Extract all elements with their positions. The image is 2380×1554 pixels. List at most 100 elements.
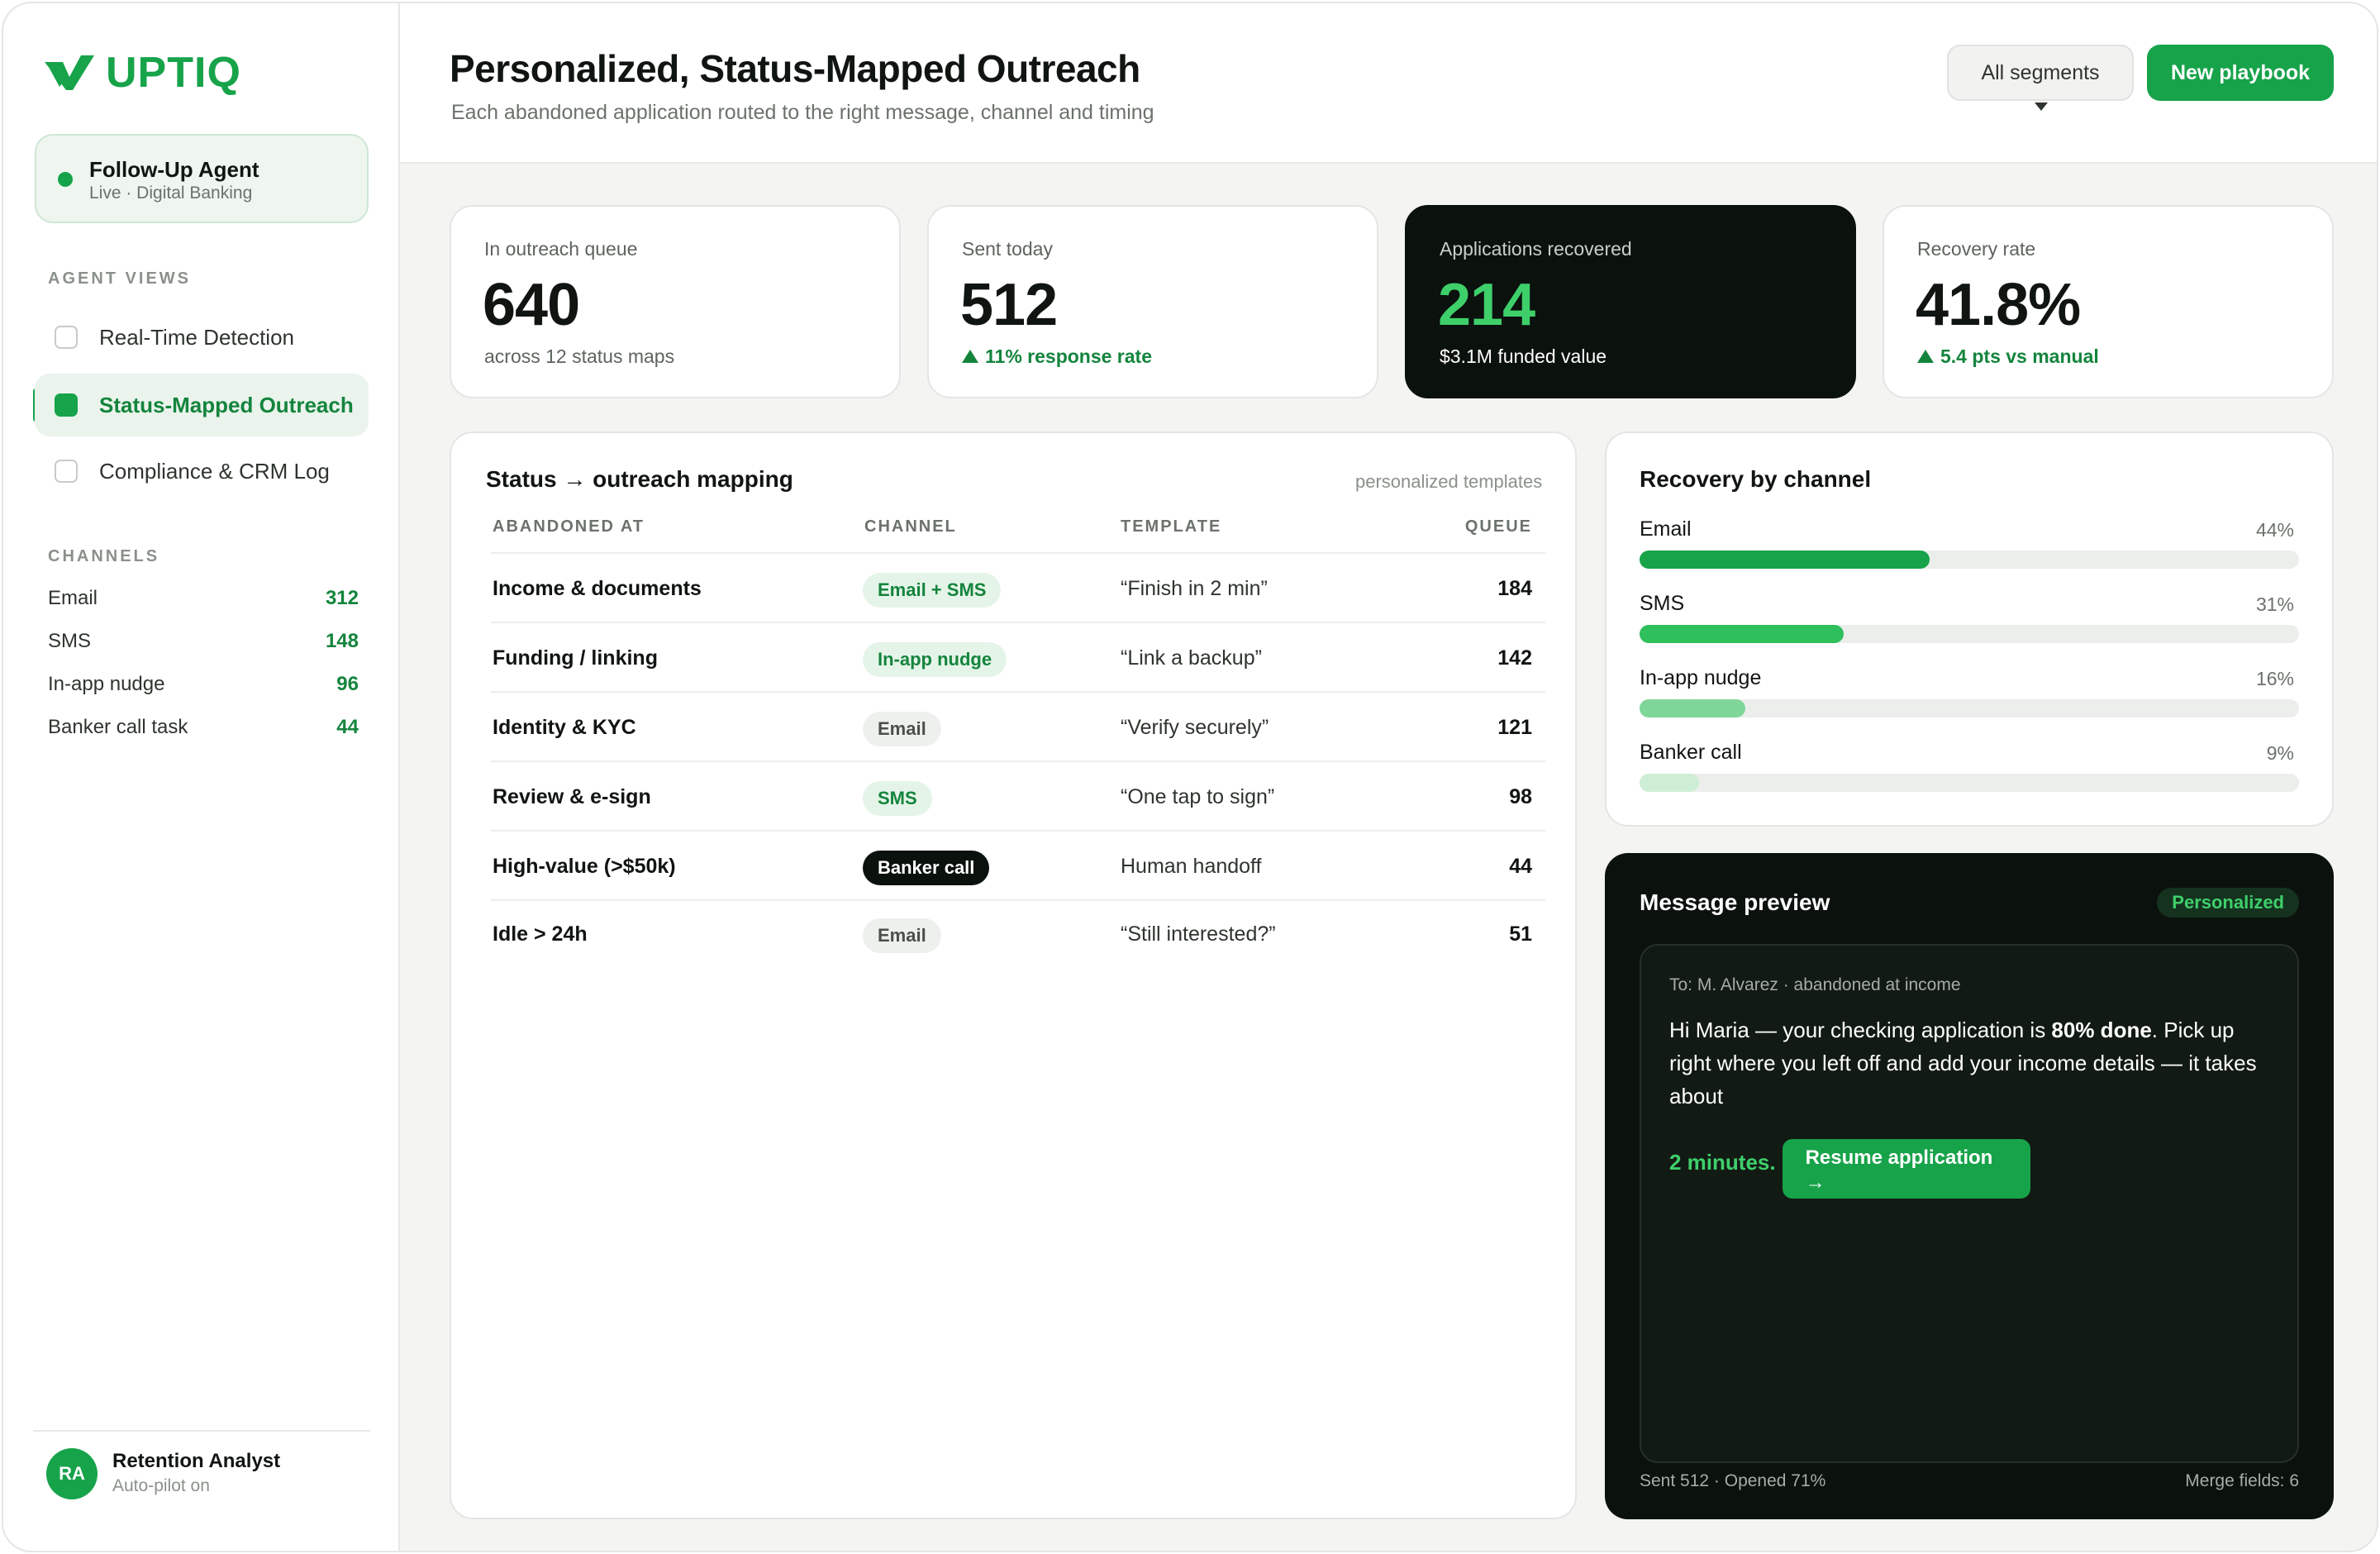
bar-percent: 16% <box>2255 668 2294 689</box>
channel-row-sms[interactable]: SMS 148 <box>48 630 359 653</box>
channel-row-in-app-nudge[interactable]: In-app nudge 96 <box>48 673 359 696</box>
kpi-value: 512 <box>960 272 1058 338</box>
kpi-label: Applications recovered <box>1440 238 1632 260</box>
channels-label: CHANNELS <box>48 547 160 565</box>
kpi-sub: 5.4 pts vs manual <box>1940 346 2099 367</box>
column-header-channel: CHANNEL <box>864 517 957 536</box>
table-row-template: “One tap to sign” <box>1121 785 1275 808</box>
mapping-title: Status → outreach mapping <box>486 466 793 492</box>
trend-up-icon <box>1917 350 1934 363</box>
message-text: Hi Maria — your checking application is <box>1669 1018 2052 1042</box>
channel-row-banker-call-task[interactable]: Banker call task 44 <box>48 716 359 739</box>
channel-pill: Email + SMS <box>863 573 1002 608</box>
channel-name: Banker call task <box>48 716 188 738</box>
table-row-stage[interactable]: High-value (>$50k) <box>493 855 676 879</box>
bar-fill <box>1640 625 1844 643</box>
table-row-queue: 142 <box>1497 646 1532 670</box>
kpi-label: Sent today <box>962 238 1053 260</box>
message-box: To: M. Alvarez · abandoned at income Hi … <box>1640 944 2299 1463</box>
resume-application-button[interactable]: Resume application → <box>1782 1139 2030 1199</box>
segments-label: All segments <box>1981 60 2100 84</box>
uptiq-logo-icon <box>45 55 94 90</box>
agent-name: Follow-Up Agent <box>89 157 259 182</box>
table-divider <box>491 899 1545 901</box>
channel-row-email[interactable]: Email 312 <box>48 587 359 610</box>
nav-item-status-mapped-outreach[interactable]: Status-Mapped Outreach <box>35 374 369 436</box>
agent-status: Live · Digital Banking <box>89 184 253 203</box>
new-playbook-button[interactable]: New playbook <box>2147 45 2334 101</box>
channel-pill: SMS <box>863 781 932 816</box>
channel-pill: Email <box>863 712 941 746</box>
bar-label: In-app nudge <box>1640 666 1762 689</box>
table-row-stage[interactable]: Idle > 24h <box>493 922 588 946</box>
bar-percent: 44% <box>2255 519 2294 541</box>
table-row-template: “Finish in 2 min” <box>1121 577 1268 600</box>
nav-item-label: Compliance & CRM Log <box>99 458 330 484</box>
arrow-right-icon: → <box>1805 1171 1825 1194</box>
kpi-value: 640 <box>483 272 580 338</box>
sidebar-divider <box>33 1430 370 1432</box>
kpi-value: 41.8% <box>1916 272 2081 338</box>
message-preview-panel: Message preview Personalized To: M. Alva… <box>1605 853 2334 1519</box>
bar-track-banker-call <box>1640 774 2299 792</box>
page-header: Personalized, Status-Mapped Outreach Eac… <box>400 3 2377 164</box>
kpi-card-recovery-rate: Recovery rate 41.8% 5.4 pts vs manual <box>1883 205 2334 398</box>
app-window: UPTIQ Follow-Up Agent Live · Digital Ban… <box>2 2 2378 1552</box>
checkbox-icon <box>55 326 78 349</box>
kpi-trend: 11% response rate <box>962 346 1152 368</box>
user-avatar[interactable]: RA <box>46 1448 98 1499</box>
brand-logo[interactable]: UPTIQ <box>45 48 241 98</box>
channel-count: 312 <box>325 587 359 609</box>
bar-track-in-app-nudge <box>1640 699 2299 717</box>
column-header-abandoned-at: ABANDONED AT <box>493 517 645 536</box>
table-row-template: Human handoff <box>1121 855 1262 878</box>
kpi-trend: 5.4 pts vs manual <box>1917 346 2099 368</box>
preview-stats: Sent 512 · Opened 71% <box>1640 1471 1826 1490</box>
channel-pill: In-app nudge <box>863 642 1007 677</box>
nav-item-real-time-detection[interactable]: Real-Time Detection <box>35 306 369 369</box>
table-row-stage[interactable]: Income & documents <box>493 577 702 601</box>
bar-fill <box>1640 699 1745 717</box>
recovery-title: Recovery by channel <box>1640 466 1872 492</box>
table-row-template: “Still interested?” <box>1121 922 1276 946</box>
nav-item-label: Status-Mapped Outreach <box>99 392 354 417</box>
bar-percent: 31% <box>2255 593 2294 615</box>
resume-button-label: Resume application <box>1805 1146 1993 1169</box>
table-row-queue: 121 <box>1497 716 1532 739</box>
mapping-note: personalized templates <box>1355 471 1543 492</box>
bar-track-sms <box>1640 625 2299 643</box>
table-row-template: “Verify securely” <box>1121 716 1269 739</box>
kpi-card-applications-recovered: Applications recovered 214 $3.1M funded … <box>1405 205 1856 398</box>
table-row-stage[interactable]: Identity & KYC <box>493 716 636 740</box>
nav-item-compliance-crm-log[interactable]: Compliance & CRM Log <box>35 440 369 503</box>
live-status-dot-icon <box>58 172 73 187</box>
segments-dropdown-button[interactable]: All segments <box>1947 45 2134 111</box>
kpi-label: Recovery rate <box>1917 238 2036 260</box>
agent-status-card[interactable]: Follow-Up Agent Live · Digital Banking <box>35 134 369 223</box>
message-progress: 80% done <box>2051 1018 2152 1042</box>
checkbox-icon <box>55 460 78 483</box>
message-body: Hi Maria — your checking application is … <box>1669 1013 2281 1199</box>
bar-fill <box>1640 551 1930 569</box>
user-status: Auto-pilot on <box>112 1476 210 1495</box>
column-header-template: TEMPLATE <box>1121 517 1222 536</box>
trend-up-icon <box>962 350 978 363</box>
table-row-queue: 184 <box>1497 577 1532 600</box>
channel-count: 148 <box>325 630 359 652</box>
table-row-queue: 51 <box>1509 922 1532 946</box>
table-row-stage[interactable]: Funding / linking <box>493 646 658 670</box>
channel-name: SMS <box>48 630 92 652</box>
bar-track-email <box>1640 551 2299 569</box>
agent-views-label: AGENT VIEWS <box>48 269 192 288</box>
sidebar: UPTIQ Follow-Up Agent Live · Digital Ban… <box>3 3 400 1551</box>
table-row-stage[interactable]: Review & e-sign <box>493 785 651 809</box>
table-divider <box>491 691 1545 693</box>
nav-item-label: Real-Time Detection <box>99 324 295 350</box>
preview-title: Message preview <box>1640 889 1830 915</box>
checkbox-checked-icon <box>55 393 78 417</box>
kpi-card-sent-today: Sent today 512 11% response rate <box>927 205 1378 398</box>
channel-count: 44 <box>336 716 359 738</box>
channel-count: 96 <box>336 673 359 695</box>
bar-label: Banker call <box>1640 741 1742 764</box>
table-divider <box>491 760 1545 762</box>
